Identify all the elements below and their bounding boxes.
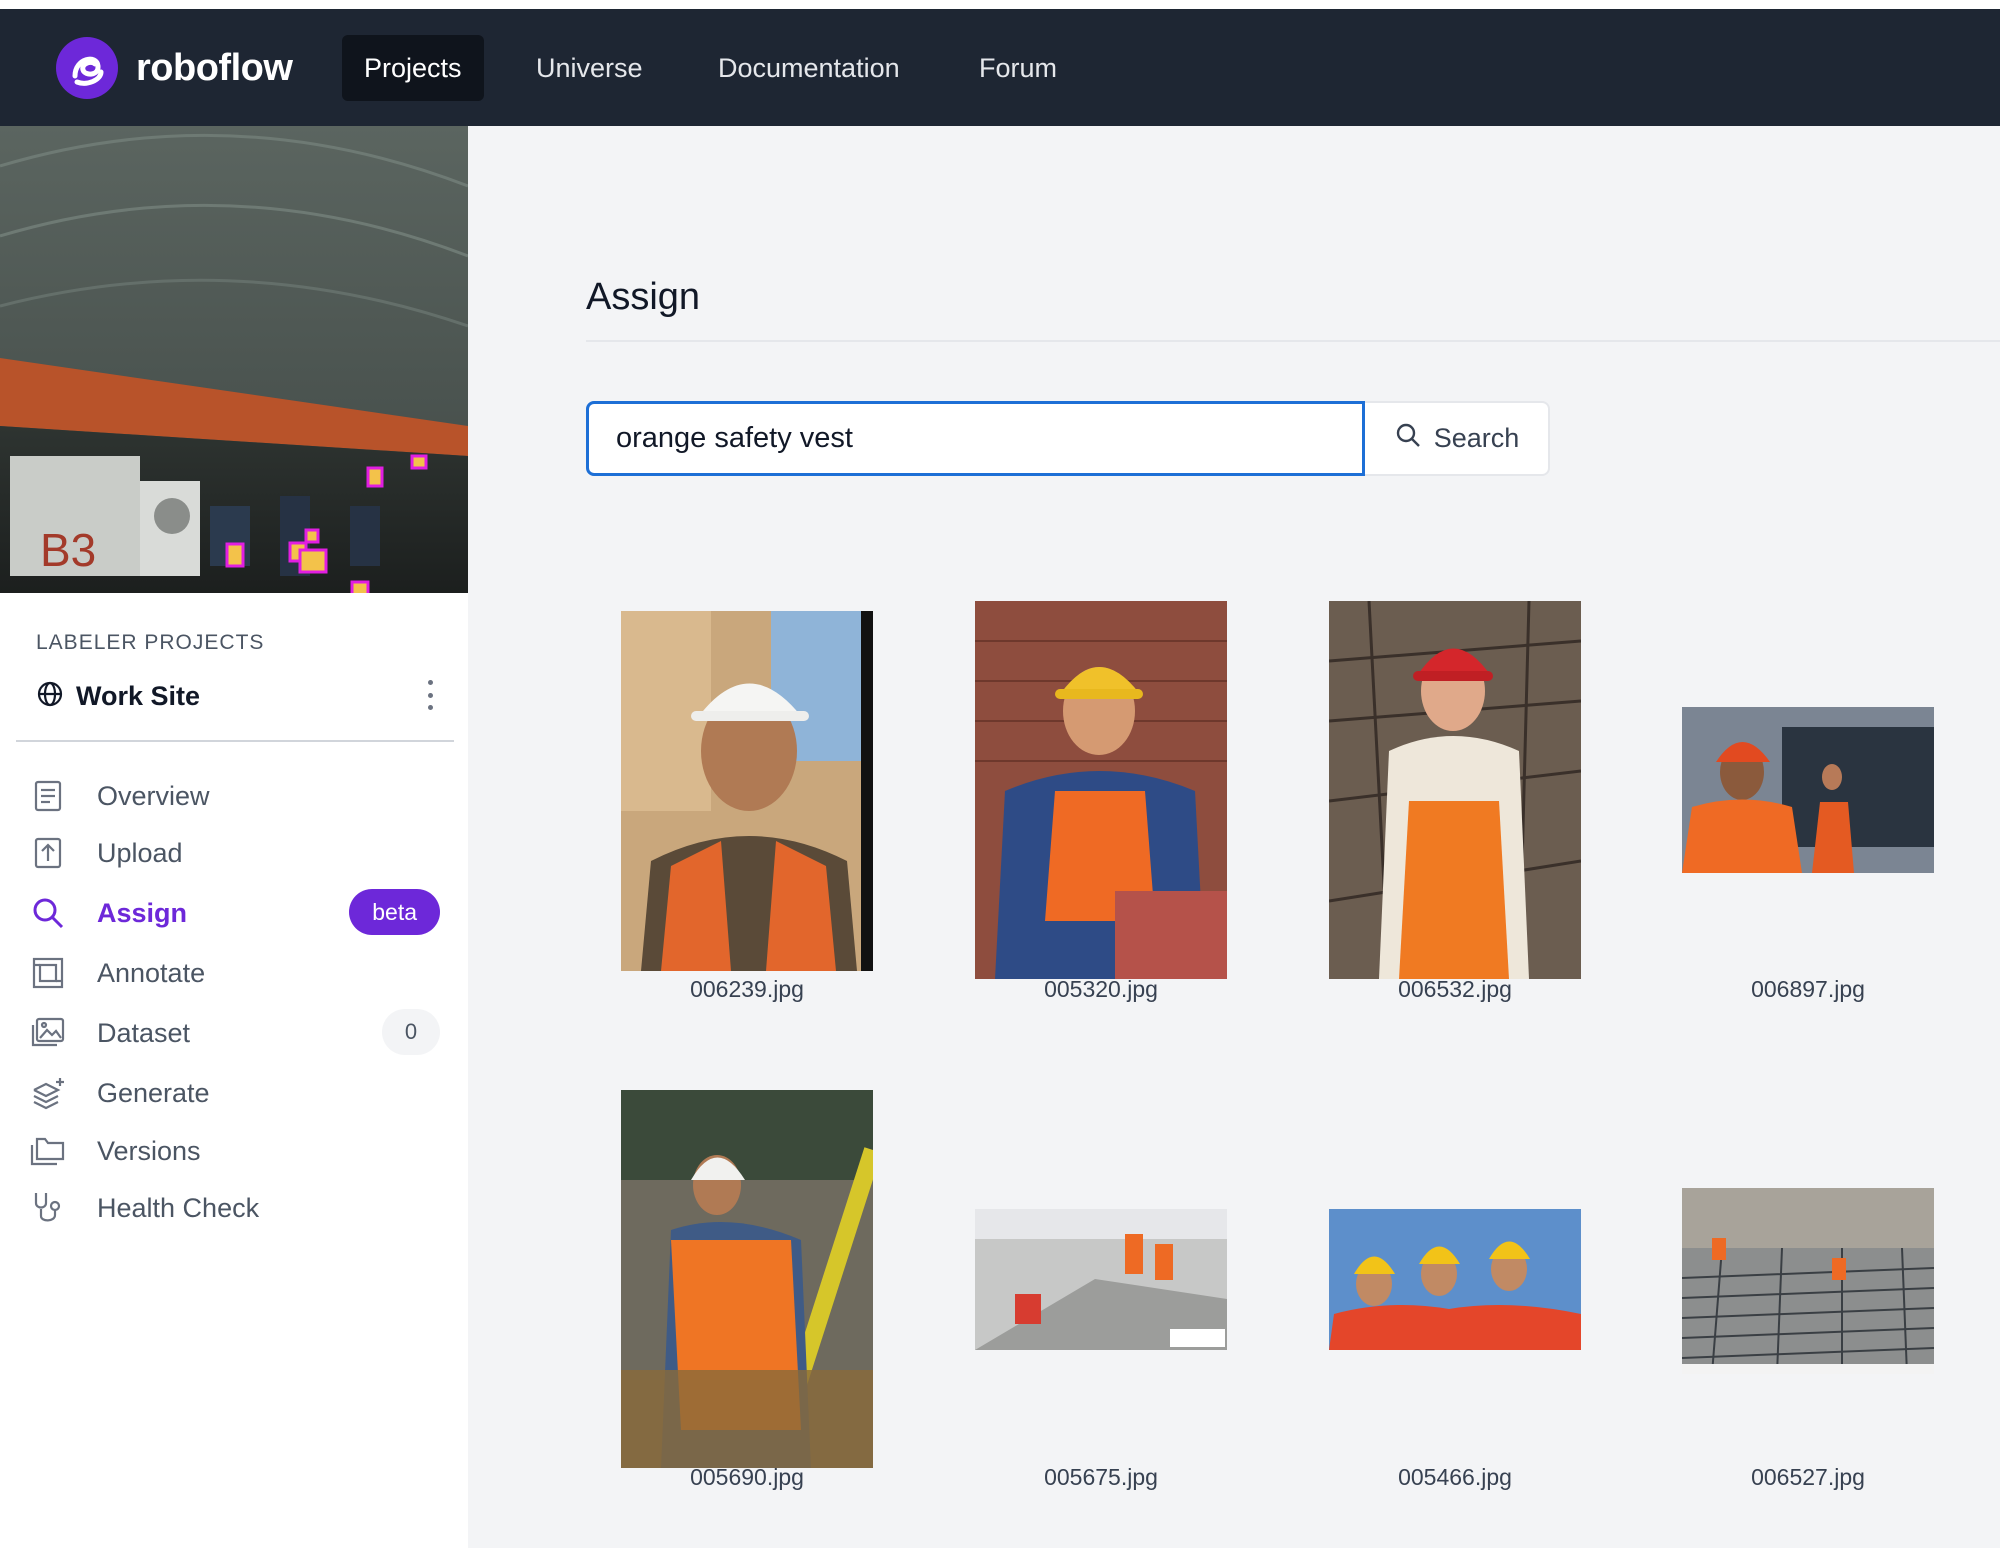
folders-icon	[28, 1131, 68, 1171]
sidebar-item-label: Upload	[97, 837, 183, 868]
image-thumbnail[interactable]	[1682, 707, 1934, 873]
sidebar-item-generate[interactable]: Generate	[28, 1065, 440, 1121]
images-icon	[28, 1013, 68, 1053]
sidebar-divider	[16, 740, 454, 742]
sidebar-item-health-check[interactable]: Health Check	[28, 1180, 440, 1236]
stethoscope-icon	[28, 1188, 68, 1228]
sidebar-item-dataset[interactable]: Dataset 0	[28, 1005, 440, 1061]
image-thumbnail[interactable]	[1329, 601, 1581, 979]
sidebar-item-versions[interactable]: Versions	[28, 1123, 440, 1179]
nav-universe[interactable]: Universe	[514, 35, 665, 101]
image-filename: 006532.jpg	[1398, 976, 1512, 1002]
image-thumbnail[interactable]	[975, 601, 1227, 979]
image-thumbnail[interactable]	[1682, 1188, 1934, 1374]
search-icon	[28, 893, 68, 933]
sidebar-item-assign[interactable]: Assign beta	[28, 885, 440, 941]
image-filename: 005690.jpg	[690, 1464, 804, 1490]
image-thumbnail[interactable]	[621, 611, 873, 971]
brand-name[interactable]: roboflow	[136, 47, 293, 90]
image-thumbnail[interactable]	[1329, 1209, 1581, 1350]
document-icon	[28, 776, 68, 816]
project-preview-image: B3	[0, 126, 468, 593]
nav-documentation[interactable]: Documentation	[696, 35, 922, 101]
image-filename: 006527.jpg	[1751, 1464, 1865, 1490]
image-thumbnail[interactable]	[621, 1090, 873, 1468]
sidebar: B3 LABELER PROJECTS Work Site Overview U…	[0, 126, 468, 1548]
annotate-icon	[28, 953, 68, 993]
sidebar-item-label: Dataset	[97, 1017, 191, 1048]
search-icon	[1394, 421, 1422, 456]
title-divider	[586, 340, 2000, 342]
image-thumbnail[interactable]	[975, 1209, 1227, 1350]
beta-badge: beta	[349, 889, 440, 935]
image-filename: 006897.jpg	[1751, 976, 1865, 1002]
image-filename: 005466.jpg	[1398, 1464, 1512, 1490]
project-name: Work Site	[76, 680, 201, 711]
nav-projects[interactable]: Projects	[342, 35, 484, 101]
sidebar-item-annotate[interactable]: Annotate	[28, 945, 440, 1001]
upload-icon	[28, 833, 68, 873]
preview-equipment-label: B3	[40, 524, 96, 576]
section-label: LABELER PROJECTS	[36, 631, 265, 654]
page-title: Assign	[586, 276, 701, 318]
layers-plus-icon	[28, 1073, 68, 1113]
sidebar-item-label: Versions	[97, 1135, 201, 1166]
more-options-icon[interactable]	[424, 680, 436, 710]
search-button-label: Search	[1433, 423, 1520, 453]
main-content: Assign Search	[468, 126, 2000, 1548]
sidebar-item-overview[interactable]: Overview	[28, 768, 440, 824]
search-button[interactable]: Search	[1365, 401, 1550, 476]
sidebar-item-label: Generate	[97, 1077, 210, 1108]
nav-forum[interactable]: Forum	[957, 35, 1079, 101]
project-selector[interactable]: Work Site	[36, 674, 444, 718]
image-filename: 006239.jpg	[690, 976, 804, 1002]
top-navbar: roboflow Projects Universe Documentation…	[0, 9, 2000, 126]
sidebar-item-label: Overview	[97, 780, 210, 811]
sidebar-item-label: Assign	[97, 897, 188, 928]
sidebar-item-upload[interactable]: Upload	[28, 825, 440, 881]
image-filename: 005675.jpg	[1044, 1464, 1158, 1490]
window-top-strip	[0, 0, 2000, 9]
roboflow-logo-icon[interactable]	[56, 37, 118, 99]
sidebar-item-label: Health Check	[97, 1192, 260, 1223]
dataset-count-badge: 0	[382, 1009, 440, 1055]
globe-icon	[36, 680, 64, 713]
image-filename: 005320.jpg	[1044, 976, 1158, 1002]
search-field[interactable]	[616, 422, 1362, 455]
search-input[interactable]	[586, 401, 1365, 476]
sidebar-item-label: Annotate	[97, 957, 206, 988]
